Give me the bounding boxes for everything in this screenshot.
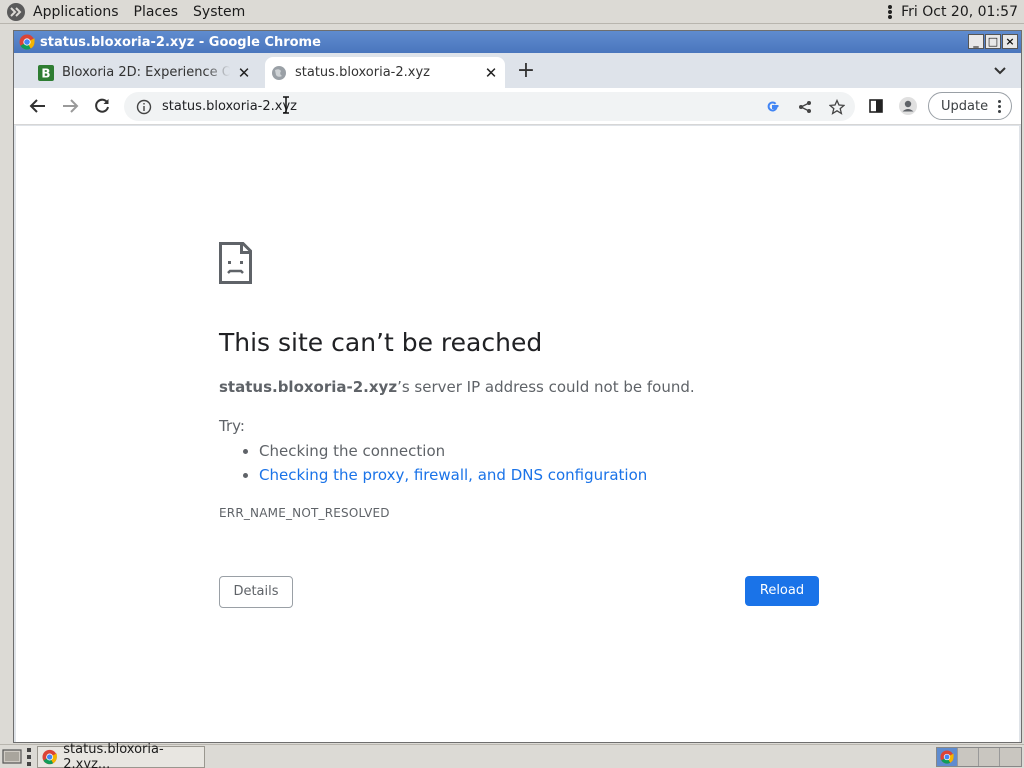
error-title: This site can’t be reached bbox=[219, 328, 543, 357]
toolbar: status.bloxoria-2.xyz Update bbox=[14, 88, 1021, 125]
tab-bloxoria[interactable]: B Bloxoria 2D: Experience Old Bl ✕ bbox=[32, 57, 258, 88]
window-titlebar[interactable]: status.bloxoria-2.xyz - Google Chrome _ … bbox=[14, 31, 1021, 53]
share-icon[interactable] bbox=[797, 99, 813, 115]
error-description: status.bloxoria-2.xyz’s server IP addres… bbox=[219, 378, 695, 396]
tab-title: status.bloxoria-2.xyz bbox=[295, 65, 430, 80]
arrow-back-icon bbox=[29, 99, 45, 113]
bloxoria-favicon-icon: B bbox=[38, 64, 54, 81]
globe-icon bbox=[272, 65, 286, 80]
suggestion-list: Checking the connection Checking the pro… bbox=[243, 440, 647, 488]
close-tab-icon[interactable]: ✕ bbox=[483, 65, 499, 81]
show-desktop-icon[interactable] bbox=[2, 748, 22, 766]
avatar-icon bbox=[899, 97, 917, 115]
menu-applications[interactable]: Applications bbox=[33, 4, 119, 20]
details-button[interactable]: Details bbox=[219, 576, 293, 608]
error-code: ERR_NAME_NOT_RESOLVED bbox=[219, 506, 390, 520]
address-bar[interactable]: status.bloxoria-2.xyz bbox=[124, 92, 855, 121]
window-title: status.bloxoria-2.xyz - Google Chrome bbox=[40, 34, 321, 50]
error-host: status.bloxoria-2.xyz bbox=[219, 378, 398, 396]
try-label: Try: bbox=[219, 417, 245, 435]
taskbar-grip[interactable] bbox=[27, 748, 33, 766]
reload-button[interactable]: Reload bbox=[745, 576, 819, 606]
info-icon[interactable] bbox=[136, 99, 152, 115]
new-tab-button[interactable]: + bbox=[514, 60, 538, 84]
chrome-icon bbox=[42, 749, 57, 765]
workspace-1[interactable] bbox=[937, 748, 959, 766]
back-button[interactable] bbox=[27, 95, 49, 117]
menu-system[interactable]: System bbox=[193, 4, 245, 20]
menu-kebab-icon[interactable] bbox=[998, 100, 1001, 113]
workspace-4[interactable] bbox=[1000, 748, 1022, 766]
workspace-3[interactable] bbox=[979, 748, 1001, 766]
url-text[interactable]: status.bloxoria-2.xyz bbox=[162, 99, 765, 114]
clock[interactable]: Fri Oct 20, 01:57 bbox=[901, 4, 1018, 20]
workspace-switcher[interactable] bbox=[936, 747, 1022, 767]
top-panel: Applications Places System Fri Oct 20, 0… bbox=[0, 0, 1024, 24]
maximize-button[interactable]: □ bbox=[985, 34, 1001, 49]
menu-places[interactable]: Places bbox=[134, 4, 179, 20]
chevron-down-icon[interactable] bbox=[993, 63, 1007, 77]
chrome-icon bbox=[19, 34, 35, 50]
google-lens-icon[interactable] bbox=[765, 99, 781, 115]
browser-window: status.bloxoria-2.xyz - Google Chrome _ … bbox=[13, 30, 1022, 743]
tab-status[interactable]: status.bloxoria-2.xyz ✕ bbox=[265, 57, 505, 88]
svg-text:B: B bbox=[41, 66, 50, 80]
taskbar-item-label: status.bloxoria-2.xyz... bbox=[63, 742, 164, 768]
close-window-button[interactable]: × bbox=[1002, 34, 1018, 49]
tab-title: Bloxoria 2D: Experience Old Bl bbox=[62, 65, 230, 80]
error-desc-suffix: ’s server IP address could not be found. bbox=[397, 378, 695, 396]
taskbar: status.bloxoria-2.xyz... bbox=[0, 742, 1024, 768]
tab-strip: B Bloxoria 2D: Experience Old Bl ✕ statu… bbox=[14, 53, 1021, 88]
side-panel-icon bbox=[869, 99, 883, 113]
update-button[interactable]: Update bbox=[928, 92, 1012, 120]
taskbar-window-item[interactable]: status.bloxoria-2.xyz... bbox=[37, 742, 205, 768]
workspace-2[interactable] bbox=[958, 748, 980, 766]
arrow-forward-icon bbox=[63, 99, 79, 113]
text-cursor-icon bbox=[283, 96, 289, 114]
sad-page-icon bbox=[219, 242, 252, 284]
refresh-icon bbox=[95, 98, 109, 113]
close-tab-icon[interactable]: ✕ bbox=[236, 65, 252, 81]
suggestion-connection: Checking the connection bbox=[259, 440, 647, 464]
side-panel-button[interactable] bbox=[865, 95, 887, 117]
page-content: This site can’t be reached status.bloxor… bbox=[16, 126, 1019, 742]
os-logo-icon[interactable] bbox=[6, 2, 26, 22]
bookmark-star-icon[interactable] bbox=[829, 98, 845, 115]
minimize-button[interactable]: _ bbox=[968, 34, 984, 49]
update-label: Update bbox=[941, 98, 989, 114]
profile-button[interactable] bbox=[897, 95, 919, 117]
suggestion-proxy-link[interactable]: Checking the proxy, firewall, and DNS co… bbox=[259, 464, 647, 488]
chrome-icon bbox=[940, 750, 954, 764]
reload-toolbar-button[interactable] bbox=[91, 95, 113, 117]
forward-button[interactable] bbox=[59, 95, 81, 117]
panel-kebab-icon[interactable] bbox=[888, 4, 893, 20]
